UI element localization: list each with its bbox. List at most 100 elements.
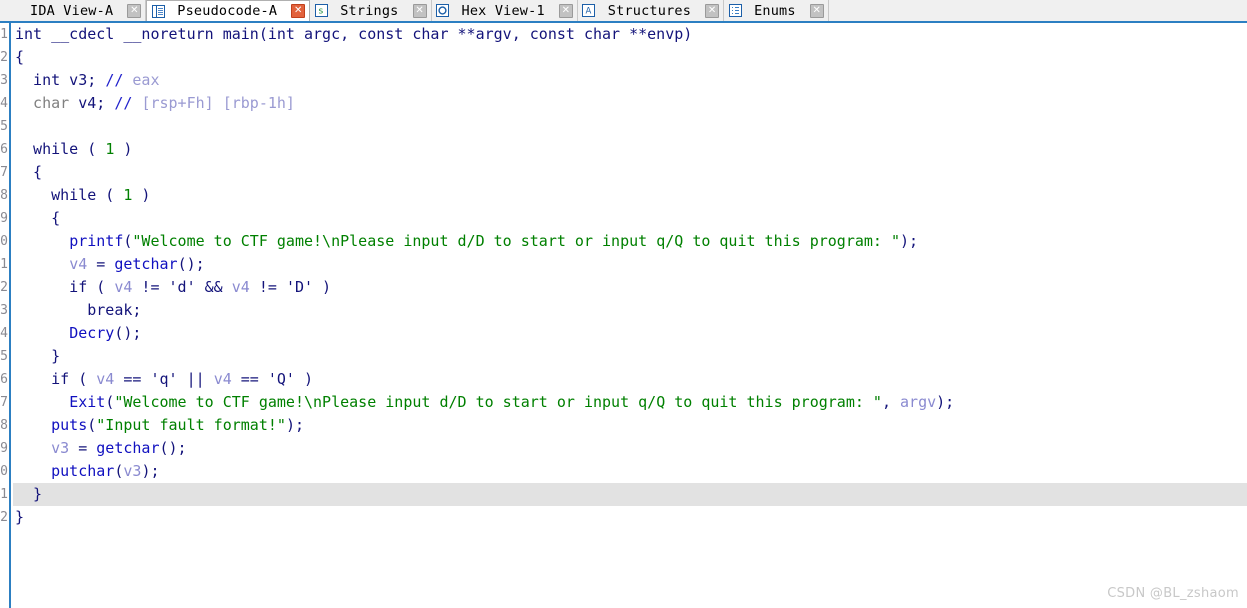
code-line[interactable]: break; [13,299,1247,322]
tab-strings[interactable]: s Strings ✕ [310,0,432,21]
code-token: // [105,71,133,89]
svg-text:s: s [318,7,323,17]
code-line[interactable]: } [13,345,1247,368]
close-icon[interactable]: ✕ [705,3,720,18]
code-token: [rsp+Fh] [rbp-1h] [141,94,295,112]
code-line[interactable]: } [13,506,1247,529]
line-number: 7 [0,165,8,180]
code-token: 'D' [285,278,314,296]
line-number: 22 [0,510,8,525]
tab-ida-view-a[interactable]: IDA View-A ✕ [0,0,147,21]
code-token: != [132,278,169,296]
code-token: eax [132,71,160,89]
code-token: ) [294,370,314,388]
code-token: "Welcome to CTF game!\nPlease input d/D … [132,232,901,250]
code-token: == [114,370,151,388]
code-token: v4 [69,255,88,273]
line-number: 18 [0,418,8,433]
code-line[interactable]: puts("Input fault format!"); [13,414,1247,437]
code-token: ( [87,416,97,434]
code-token: int v3; [15,71,106,89]
code-line[interactable]: { [13,46,1247,69]
code-line[interactable]: v3 = getchar(); [13,437,1247,460]
line-number: 16 [0,372,8,387]
line-number: 12 [0,280,8,295]
code-token: ) [313,278,332,296]
line-number: 2 [0,50,8,65]
code-token: 'q' [150,370,178,388]
strings-icon: s [314,4,328,18]
line-number: 3 [0,73,8,88]
line-number: 21 [0,487,8,502]
code-line[interactable]: if ( v4 == 'q' || v4 == 'Q' ) [13,368,1247,391]
code-token: // [114,94,142,112]
code-listing[interactable]: int __cdecl __noreturn main(int argc, co… [13,23,1247,608]
code-token: == [231,370,268,388]
close-icon[interactable]: ✕ [412,3,427,18]
code-token: && [195,278,232,296]
line-number-empty [0,529,9,552]
code-token: Exit [69,393,106,411]
code-line[interactable]: Exit("Welcome to CTF game!\nPlease input… [13,391,1247,414]
code-line[interactable]: char v4; // [rsp+Fh] [rbp-1h] [13,92,1247,115]
code-line[interactable]: { [13,161,1247,184]
code-line[interactable]: } [13,483,1247,506]
close-icon[interactable]: ✕ [558,3,573,18]
code-token: { [15,48,25,66]
line-number: 20 [0,464,8,479]
code-token: putchar [51,462,115,480]
tab-hex-view-1[interactable]: Hex View-1 ✕ [431,0,578,21]
tab-label: Structures [607,2,692,19]
line-number: 9 [0,211,8,226]
no-icon [4,4,18,18]
tab-bar-filler [828,0,1247,21]
code-token: puts [51,416,88,434]
line-number: 15 [0,349,8,364]
tab-enums[interactable]: Enums ✕ [724,0,829,21]
code-line[interactable]: { [13,207,1247,230]
code-line[interactable]: v4 = getchar(); [13,253,1247,276]
enums-icon [728,4,742,18]
code-token: int __cdecl __noreturn main(int argc, co… [15,25,693,43]
tab-label: IDA View-A [30,2,114,19]
line-number: 8 [0,188,8,203]
tab-label: Pseudocode-A [177,3,278,19]
line-number: 13 [0,303,8,318]
code-token: != [249,278,286,296]
code-line[interactable]: if ( v4 != 'd' && v4 != 'D' ) [13,276,1247,299]
code-line[interactable]: int __cdecl __noreturn main(int argc, co… [13,23,1247,46]
code-token: ) [132,186,151,204]
code-token: { [15,209,61,227]
code-line[interactable] [13,115,1247,138]
close-icon[interactable]: ✕ [127,3,142,18]
code-line[interactable]: printf("Welcome to CTF game!\nPlease inp… [13,230,1247,253]
code-token: ); [141,462,160,480]
code-line[interactable]: while ( 1 ) [13,184,1247,207]
close-icon[interactable]: ✕ [291,4,306,18]
code-line[interactable]: Decry(); [13,322,1247,345]
code-token: v4 [96,370,115,388]
code-token: while ( [15,140,106,158]
code-token: 'd' [168,278,196,296]
code-token: "Welcome to CTF game!\nPlease input d/D … [114,393,882,411]
code-token: { [15,163,43,181]
code-line[interactable]: int v3; // eax [13,69,1247,92]
code-token: (); [177,255,205,273]
close-icon[interactable]: ✕ [809,3,824,18]
code-token: ); [285,416,304,434]
line-number: 4 [0,96,8,111]
code-line[interactable]: putchar(v3); [13,460,1247,483]
line-number: 19 [0,441,8,456]
pseudocode-pane[interactable]: 12345678910111213141516171819202122 int … [0,23,1247,608]
code-line[interactable]: while ( 1 ) [13,138,1247,161]
tab-structures[interactable]: A Structures ✕ [577,0,725,21]
code-token: printf [69,232,124,250]
code-token: v3 [123,462,142,480]
code-token: getchar [96,439,160,457]
tab-pseudocode-a[interactable]: Pseudocode-A ✕ [146,0,311,21]
line-number-empty [0,575,9,598]
